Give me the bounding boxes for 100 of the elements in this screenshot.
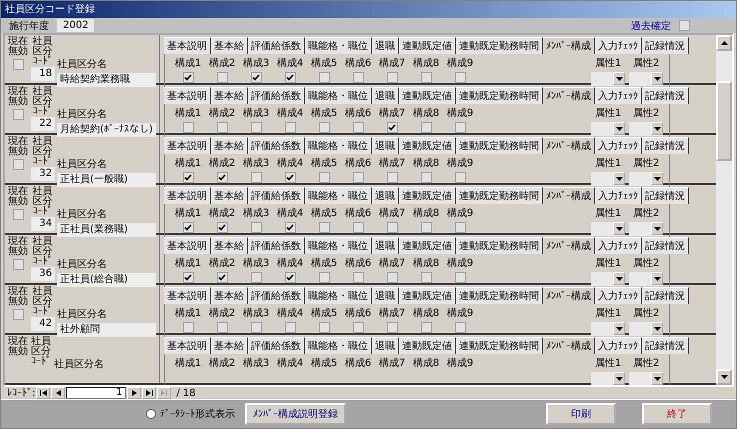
tab[interactable]: 入力ﾁｪｯｸ bbox=[595, 37, 642, 54]
tab[interactable]: 基本説明 bbox=[164, 187, 211, 204]
year-field[interactable]: 2002 bbox=[57, 19, 94, 32]
tab[interactable]: 職能格・職位 bbox=[305, 87, 372, 104]
tab[interactable]: 記録情況 bbox=[642, 337, 689, 354]
tab[interactable]: 入力ﾁｪｯｸ bbox=[595, 87, 642, 104]
previous-record-button[interactable] bbox=[51, 387, 66, 399]
radio-button[interactable] bbox=[146, 409, 156, 419]
tab[interactable]: 評価給係数 bbox=[248, 287, 305, 304]
tab[interactable]: 基本給 bbox=[211, 287, 248, 304]
checkbox[interactable] bbox=[420, 322, 432, 333]
tab[interactable]: 連動既定値 bbox=[399, 337, 456, 354]
checkbox[interactable] bbox=[352, 322, 364, 333]
checkbox[interactable] bbox=[13, 259, 24, 270]
checkbox[interactable] bbox=[216, 72, 228, 83]
checkbox[interactable] bbox=[182, 322, 194, 333]
tab[interactable]: 連動既定勤務時間 bbox=[456, 337, 543, 354]
tab[interactable]: 評価給係数 bbox=[248, 237, 305, 254]
attribute-dropdown[interactable] bbox=[591, 272, 625, 286]
tab[interactable]: 連動既定値 bbox=[399, 187, 456, 204]
checkbox[interactable] bbox=[318, 122, 330, 133]
tab[interactable]: 評価給係数 bbox=[248, 187, 305, 204]
tab[interactable]: 入力ﾁｪｯｸ bbox=[595, 137, 642, 154]
tab[interactable]: 職能格・職位 bbox=[305, 337, 372, 354]
checkbox[interactable] bbox=[284, 322, 296, 333]
checkbox[interactable] bbox=[386, 72, 398, 83]
checkbox[interactable] bbox=[454, 272, 466, 283]
tab[interactable]: 基本給 bbox=[211, 37, 248, 54]
checkbox[interactable] bbox=[454, 122, 466, 133]
checkbox[interactable] bbox=[250, 272, 262, 283]
checkbox[interactable] bbox=[420, 222, 432, 233]
code-field[interactable]: 32 bbox=[31, 167, 55, 181]
checkbox[interactable] bbox=[318, 172, 330, 183]
checkbox[interactable] bbox=[182, 172, 194, 183]
checkbox[interactable] bbox=[182, 222, 194, 233]
tab[interactable]: 基本説明 bbox=[164, 37, 211, 54]
checkbox[interactable] bbox=[250, 322, 262, 333]
tab[interactable]: 連動既定勤務時間 bbox=[456, 187, 543, 204]
checkbox[interactable] bbox=[182, 272, 194, 283]
tab[interactable]: 退職 bbox=[372, 87, 399, 104]
checkbox[interactable] bbox=[284, 122, 296, 133]
tab[interactable]: 退職 bbox=[372, 137, 399, 154]
checkbox[interactable] bbox=[386, 172, 398, 183]
tab[interactable]: 基本説明 bbox=[164, 87, 211, 104]
checkbox[interactable] bbox=[13, 159, 24, 170]
checkbox[interactable] bbox=[216, 122, 228, 133]
register-button[interactable]: ﾒﾝﾊﾞｰ構成説明登録 bbox=[245, 403, 346, 425]
tab[interactable]: 基本説明 bbox=[164, 237, 211, 254]
tab[interactable]: 職能格・職位 bbox=[305, 237, 372, 254]
attribute-dropdown[interactable] bbox=[591, 222, 625, 236]
record-number-field[interactable]: 1 bbox=[66, 387, 126, 399]
tab[interactable]: 入力ﾁｪｯｸ bbox=[595, 287, 642, 304]
tab[interactable]: 評価給係数 bbox=[248, 87, 305, 104]
tab[interactable]: 基本説明 bbox=[164, 337, 211, 354]
tab[interactable]: ﾒﾝﾊﾞｰ構成 bbox=[543, 237, 595, 254]
tab[interactable]: 連動既定値 bbox=[399, 237, 456, 254]
tab[interactable]: 記録情況 bbox=[642, 237, 689, 254]
tab[interactable]: 連動既定値 bbox=[399, 87, 456, 104]
checkbox[interactable] bbox=[216, 272, 228, 283]
tab[interactable]: 基本説明 bbox=[164, 287, 211, 304]
checkbox[interactable] bbox=[454, 322, 466, 333]
name-field[interactable]: 時給契約業務職 bbox=[57, 73, 156, 87]
checkbox[interactable] bbox=[420, 72, 432, 83]
tab[interactable]: 退職 bbox=[372, 337, 399, 354]
tab[interactable]: 評価給係数 bbox=[248, 137, 305, 154]
tab[interactable]: 退職 bbox=[372, 237, 399, 254]
attribute-dropdown[interactable] bbox=[629, 222, 663, 236]
checkbox[interactable] bbox=[352, 72, 364, 83]
checkbox[interactable] bbox=[352, 122, 364, 133]
tab[interactable]: 基本給 bbox=[211, 237, 248, 254]
tab[interactable]: ﾒﾝﾊﾞｰ構成 bbox=[543, 87, 595, 104]
next-record-button[interactable] bbox=[127, 387, 142, 399]
attribute-dropdown[interactable] bbox=[591, 372, 625, 385]
tab[interactable]: 連動既定勤務時間 bbox=[456, 237, 543, 254]
checkbox[interactable] bbox=[13, 109, 24, 120]
tab[interactable]: 入力ﾁｪｯｸ bbox=[595, 237, 642, 254]
tab[interactable]: ﾒﾝﾊﾞｰ構成 bbox=[543, 37, 595, 54]
checkbox[interactable] bbox=[386, 272, 398, 283]
attribute-dropdown[interactable] bbox=[629, 272, 663, 286]
attribute-dropdown[interactable] bbox=[629, 72, 663, 86]
name-field[interactable]: 月給契約(ﾎﾞｰﾅｽなし) bbox=[57, 123, 156, 137]
checkbox[interactable] bbox=[352, 222, 364, 233]
tab[interactable]: 記録情況 bbox=[642, 187, 689, 204]
checkbox[interactable] bbox=[13, 209, 24, 220]
scrollbar[interactable] bbox=[716, 35, 732, 385]
tab[interactable]: 入力ﾁｪｯｸ bbox=[595, 337, 642, 354]
checkbox[interactable] bbox=[284, 222, 296, 233]
checkbox[interactable] bbox=[182, 122, 194, 133]
code-field[interactable]: 42 bbox=[31, 317, 55, 331]
checkbox[interactable] bbox=[13, 309, 24, 320]
tab[interactable]: 職能格・職位 bbox=[305, 37, 372, 54]
attribute-dropdown[interactable] bbox=[629, 372, 663, 385]
code-field[interactable]: 34 bbox=[31, 217, 55, 231]
tab[interactable]: 退職 bbox=[372, 187, 399, 204]
checkbox[interactable] bbox=[250, 222, 262, 233]
tab[interactable]: ﾒﾝﾊﾞｰ構成 bbox=[543, 287, 595, 304]
name-field[interactable]: 正社員(業務職) bbox=[57, 223, 156, 237]
checkbox[interactable] bbox=[386, 322, 398, 333]
tab[interactable]: ﾒﾝﾊﾞｰ構成 bbox=[543, 187, 595, 204]
print-button[interactable]: 印刷 bbox=[546, 403, 616, 425]
